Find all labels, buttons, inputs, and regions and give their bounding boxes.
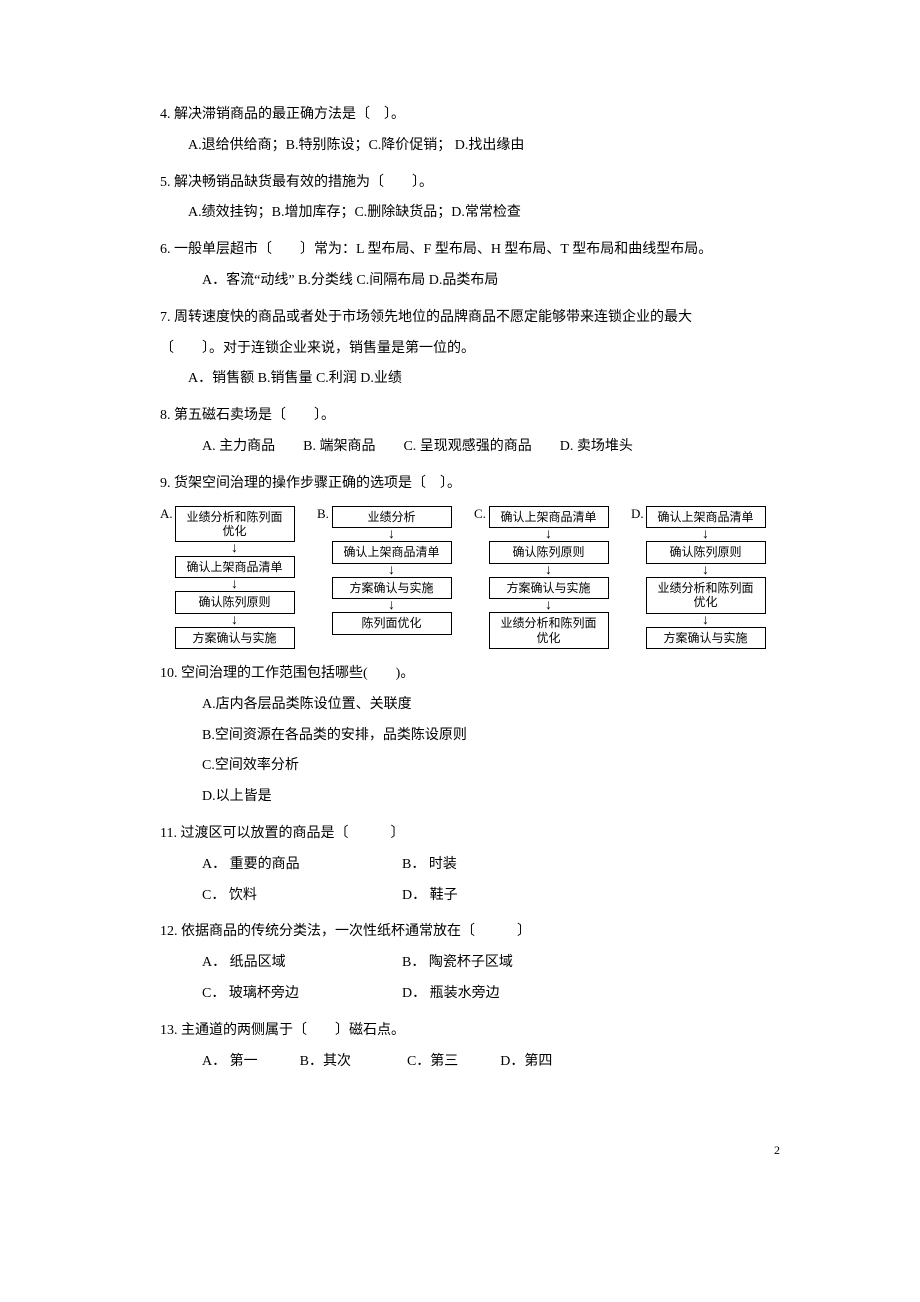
q9-a-label: A. (160, 506, 173, 522)
q11-opt-a: A． 重要的商品 (202, 850, 402, 881)
q9-flow-a: A. 业绩分析和陈列面优化 ↓ 确认上架商品清单 ↓ 确认陈列原则 ↓ 方案确认… (160, 506, 309, 650)
q9-b-step1: 业绩分析 (332, 506, 452, 528)
q11-opt-d: D． 鞋子 (402, 881, 458, 912)
q11-opt-b: B． 时装 (402, 850, 457, 881)
question-13: 13. 主通道的两侧属于〔 〕磁石点。 A． 第一 B．其次 C．第三 D．第四 (160, 1016, 780, 1078)
q9-c-step3: 方案确认与实施 (489, 577, 609, 599)
q9-c-label: C. (474, 506, 486, 522)
question-11: 11. 过渡区可以放置的商品是〔 〕 A． 重要的商品 B． 时装 C． 饮料 … (160, 819, 780, 911)
q9-b-step4: 陈列面优化 (332, 612, 452, 634)
arrow-down-icon: ↓ (388, 565, 395, 576)
question-5: 5. 解决畅销品缺货最有效的措施为〔 〕。 A.绩效挂钩；B.增加库存；C.删除… (160, 168, 780, 230)
page-number: 2 (160, 1137, 780, 1163)
arrow-down-icon: ↓ (545, 600, 552, 611)
arrow-down-icon: ↓ (388, 600, 395, 611)
q7-options: A．销售额 B.销售量 C.利润 D.业绩 (160, 364, 780, 395)
q9-b-step2: 确认上架商品清单 (332, 541, 452, 563)
q9-a-step3: 确认陈列原则 (175, 591, 295, 613)
q7-stem-2: 〔 〕。对于连锁企业来说，销售量是第一位的。 (160, 334, 780, 365)
q9-flow-c: C. 确认上架商品清单 ↓ 确认陈列原则 ↓ 方案确认与实施 ↓ 业绩分析和陈列… (474, 506, 623, 650)
q9-stem: 9. 货架空间治理的操作步骤正确的选项是〔 〕。 (160, 469, 780, 500)
q12-stem: 12. 依据商品的传统分类法，一次性纸杯通常放在〔 〕 (160, 917, 780, 948)
q11-row1: A． 重要的商品 B． 时装 (160, 850, 780, 881)
arrow-down-icon: ↓ (702, 615, 709, 626)
q9-a-step4: 方案确认与实施 (175, 627, 295, 649)
q11-stem: 11. 过渡区可以放置的商品是〔 〕 (160, 819, 780, 850)
q8-stem: 8. 第五磁石卖场是〔 〕。 (160, 401, 780, 432)
q8-options: A. 主力商品 B. 端架商品 C. 呈现观感强的商品 D. 卖场堆头 (160, 432, 780, 463)
q12-row1: A． 纸品区域 B． 陶瓷杯子区域 (160, 948, 780, 979)
q10-stem: 10. 空间治理的工作范围包括哪些( )。 (160, 659, 780, 690)
arrow-down-icon: ↓ (231, 579, 238, 590)
q7-stem-1: 7. 周转速度快的商品或者处于市场领先地位的品牌商品不愿定能够带来连锁企业的最大 (160, 303, 780, 334)
q9-a-step2: 确认上架商品清单 (175, 556, 295, 578)
question-7: 7. 周转速度快的商品或者处于市场领先地位的品牌商品不愿定能够带来连锁企业的最大… (160, 303, 780, 395)
q9-c-step4: 业绩分析和陈列面优化 (489, 612, 609, 649)
q5-stem: 5. 解决畅销品缺货最有效的措施为〔 〕。 (160, 168, 780, 199)
q6-options: A．客流“动线” B.分类线 C.间隔布局 D.品类布局 (160, 266, 780, 297)
q9-a-step1: 业绩分析和陈列面优化 (175, 506, 295, 543)
q9-b-label: B. (317, 506, 329, 522)
q12-opt-c: C． 玻璃杯旁边 (202, 979, 402, 1010)
question-6: 6. 一般单层超市〔 〕常为：L 型布局、F 型布局、H 型布局、T 型布局和曲… (160, 235, 780, 297)
q9-c-step2: 确认陈列原则 (489, 541, 609, 563)
q13-stem: 13. 主通道的两侧属于〔 〕磁石点。 (160, 1016, 780, 1047)
q6-stem: 6. 一般单层超市〔 〕常为：L 型布局、F 型布局、H 型布局、T 型布局和曲… (160, 235, 780, 266)
arrow-down-icon: ↓ (545, 529, 552, 540)
q9-flow-b: B. 业绩分析 ↓ 确认上架商品清单 ↓ 方案确认与实施 ↓ 陈列面优化 (317, 506, 466, 650)
q10-opt-a: A.店内各层品类陈设位置、关联度 (160, 690, 780, 721)
q4-options: A.退给供给商；B.特别陈设；C.降价促销； D.找出缘由 (160, 131, 780, 162)
q9-d-step4: 方案确认与实施 (646, 627, 766, 649)
q9-d-step2: 确认陈列原则 (646, 541, 766, 563)
question-4: 4. 解决滞销商品的最正确方法是〔 〕。 A.退给供给商；B.特别陈设；C.降价… (160, 100, 780, 162)
q11-opt-c: C． 饮料 (202, 881, 402, 912)
q12-opt-b: B． 陶瓷杯子区域 (402, 948, 513, 979)
q9-d-step3: 业绩分析和陈列面优化 (646, 577, 766, 614)
arrow-down-icon: ↓ (545, 565, 552, 576)
question-12: 12. 依据商品的传统分类法，一次性纸杯通常放在〔 〕 A． 纸品区域 B． 陶… (160, 917, 780, 1009)
q5-options: A.绩效挂钩；B.增加库存；C.删除缺货品；D.常常检查 (160, 198, 780, 229)
q10-opt-c: C.空间效率分析 (160, 751, 780, 782)
q9-c-step1: 确认上架商品清单 (489, 506, 609, 528)
arrow-down-icon: ↓ (702, 529, 709, 540)
q9-d-label: D. (631, 506, 644, 522)
q9-d-step1: 确认上架商品清单 (646, 506, 766, 528)
arrow-down-icon: ↓ (231, 615, 238, 626)
q9-b-step3: 方案确认与实施 (332, 577, 452, 599)
arrow-down-icon: ↓ (388, 529, 395, 540)
arrow-down-icon: ↓ (702, 565, 709, 576)
q4-stem: 4. 解决滞销商品的最正确方法是〔 〕。 (160, 100, 780, 131)
q9-flow-d: D. 确认上架商品清单 ↓ 确认陈列原则 ↓ 业绩分析和陈列面优化 ↓ 方案确认… (631, 506, 780, 650)
q10-opt-d: D.以上皆是 (160, 782, 780, 813)
arrow-down-icon: ↓ (231, 543, 238, 554)
question-8: 8. 第五磁石卖场是〔 〕。 A. 主力商品 B. 端架商品 C. 呈现观感强的… (160, 401, 780, 463)
q10-opt-b: B.空间资源在各品类的安排，品类陈设原则 (160, 721, 780, 752)
q12-row2: C． 玻璃杯旁边 D． 瓶装水旁边 (160, 979, 780, 1010)
q13-options: A． 第一 B．其次 C．第三 D．第四 (160, 1047, 780, 1078)
question-10: 10. 空间治理的工作范围包括哪些( )。 A.店内各层品类陈设位置、关联度 B… (160, 659, 780, 813)
q12-opt-d: D． 瓶装水旁边 (402, 979, 500, 1010)
q12-opt-a: A． 纸品区域 (202, 948, 402, 979)
q9-flowcharts: A. 业绩分析和陈列面优化 ↓ 确认上架商品清单 ↓ 确认陈列原则 ↓ 方案确认… (160, 506, 780, 650)
question-9: 9. 货架空间治理的操作步骤正确的选项是〔 〕。 A. 业绩分析和陈列面优化 ↓… (160, 469, 780, 649)
q11-row2: C． 饮料 D． 鞋子 (160, 881, 780, 912)
